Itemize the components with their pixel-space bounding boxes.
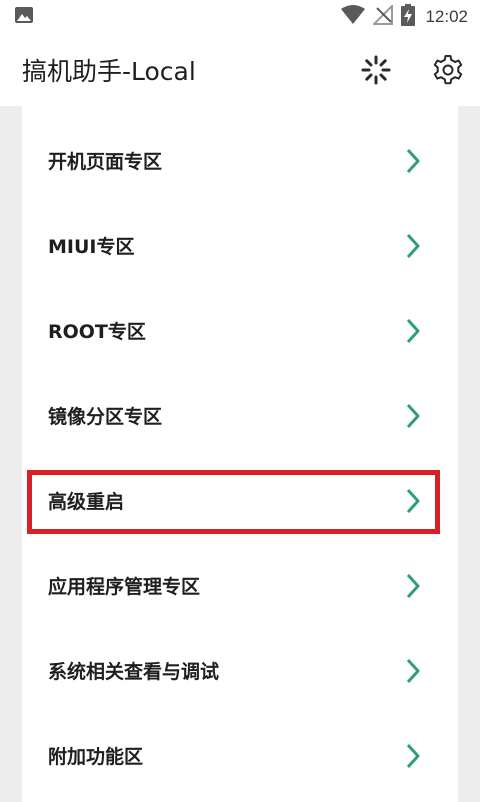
menu-item-label: 镜像分区专区 [48, 406, 163, 428]
menu-item-label: ROOT专区 [48, 321, 146, 343]
app-actions [358, 52, 466, 88]
menu-item-miui[interactable]: MIUI专区 [22, 203, 458, 288]
menu-item-label: MIUI专区 [48, 236, 135, 258]
no-signal-icon [372, 3, 394, 29]
menu-item-label: 系统相关查看与调试 [48, 661, 220, 683]
menu-item-label: 开机页面专区 [48, 151, 163, 173]
menu-item-advanced-reboot[interactable]: 高级重启 [22, 458, 458, 543]
menu-item-system-debug[interactable]: 系统相关查看与调试 [22, 628, 458, 713]
menu-item-extra-features[interactable]: 附加功能区 [22, 713, 458, 798]
chevron-right-icon [406, 148, 420, 174]
app-bar: 搞机助手-Local [0, 34, 480, 106]
wifi-icon [341, 5, 366, 29]
chevron-right-icon [406, 403, 420, 429]
menu-card: 开机页面专区 MIUI专区 ROOT专区 镜像分区专区 高级重启 应用程序管理专… [22, 106, 458, 802]
image-notification-icon [14, 6, 34, 28]
menu-item-root[interactable]: ROOT专区 [22, 288, 458, 373]
loading-spinner-button[interactable] [358, 52, 394, 88]
status-right: 12:02 [341, 3, 468, 30]
menu-item-image-partition[interactable]: 镜像分区专区 [22, 373, 458, 458]
menu-item-label: 应用程序管理专区 [48, 576, 201, 598]
content-area: 开机页面专区 MIUI专区 ROOT专区 镜像分区专区 高级重启 应用程序管理专… [0, 106, 480, 802]
settings-button[interactable] [430, 52, 466, 88]
menu-item-app-management[interactable]: 应用程序管理专区 [22, 543, 458, 628]
chevron-right-icon [406, 573, 420, 599]
menu-item-label: 高级重启 [48, 491, 125, 513]
loading-spinner-icon [361, 55, 391, 85]
chevron-right-icon [406, 488, 420, 514]
chevron-right-icon [406, 743, 420, 769]
chevron-right-icon [406, 233, 420, 259]
chevron-right-icon [406, 318, 420, 344]
status-bar: 12:02 [0, 0, 480, 34]
menu-item-boot-page[interactable]: 开机页面专区 [22, 118, 458, 203]
battery-charging-icon [401, 4, 416, 30]
gear-icon [433, 55, 463, 85]
status-time: 12:02 [425, 7, 468, 26]
status-left [14, 6, 34, 28]
scrollbar-track[interactable] [473, 106, 480, 802]
chevron-right-icon [406, 658, 420, 684]
app-title: 搞机助手-Local [22, 57, 196, 86]
menu-item-label: 附加功能区 [48, 746, 144, 768]
